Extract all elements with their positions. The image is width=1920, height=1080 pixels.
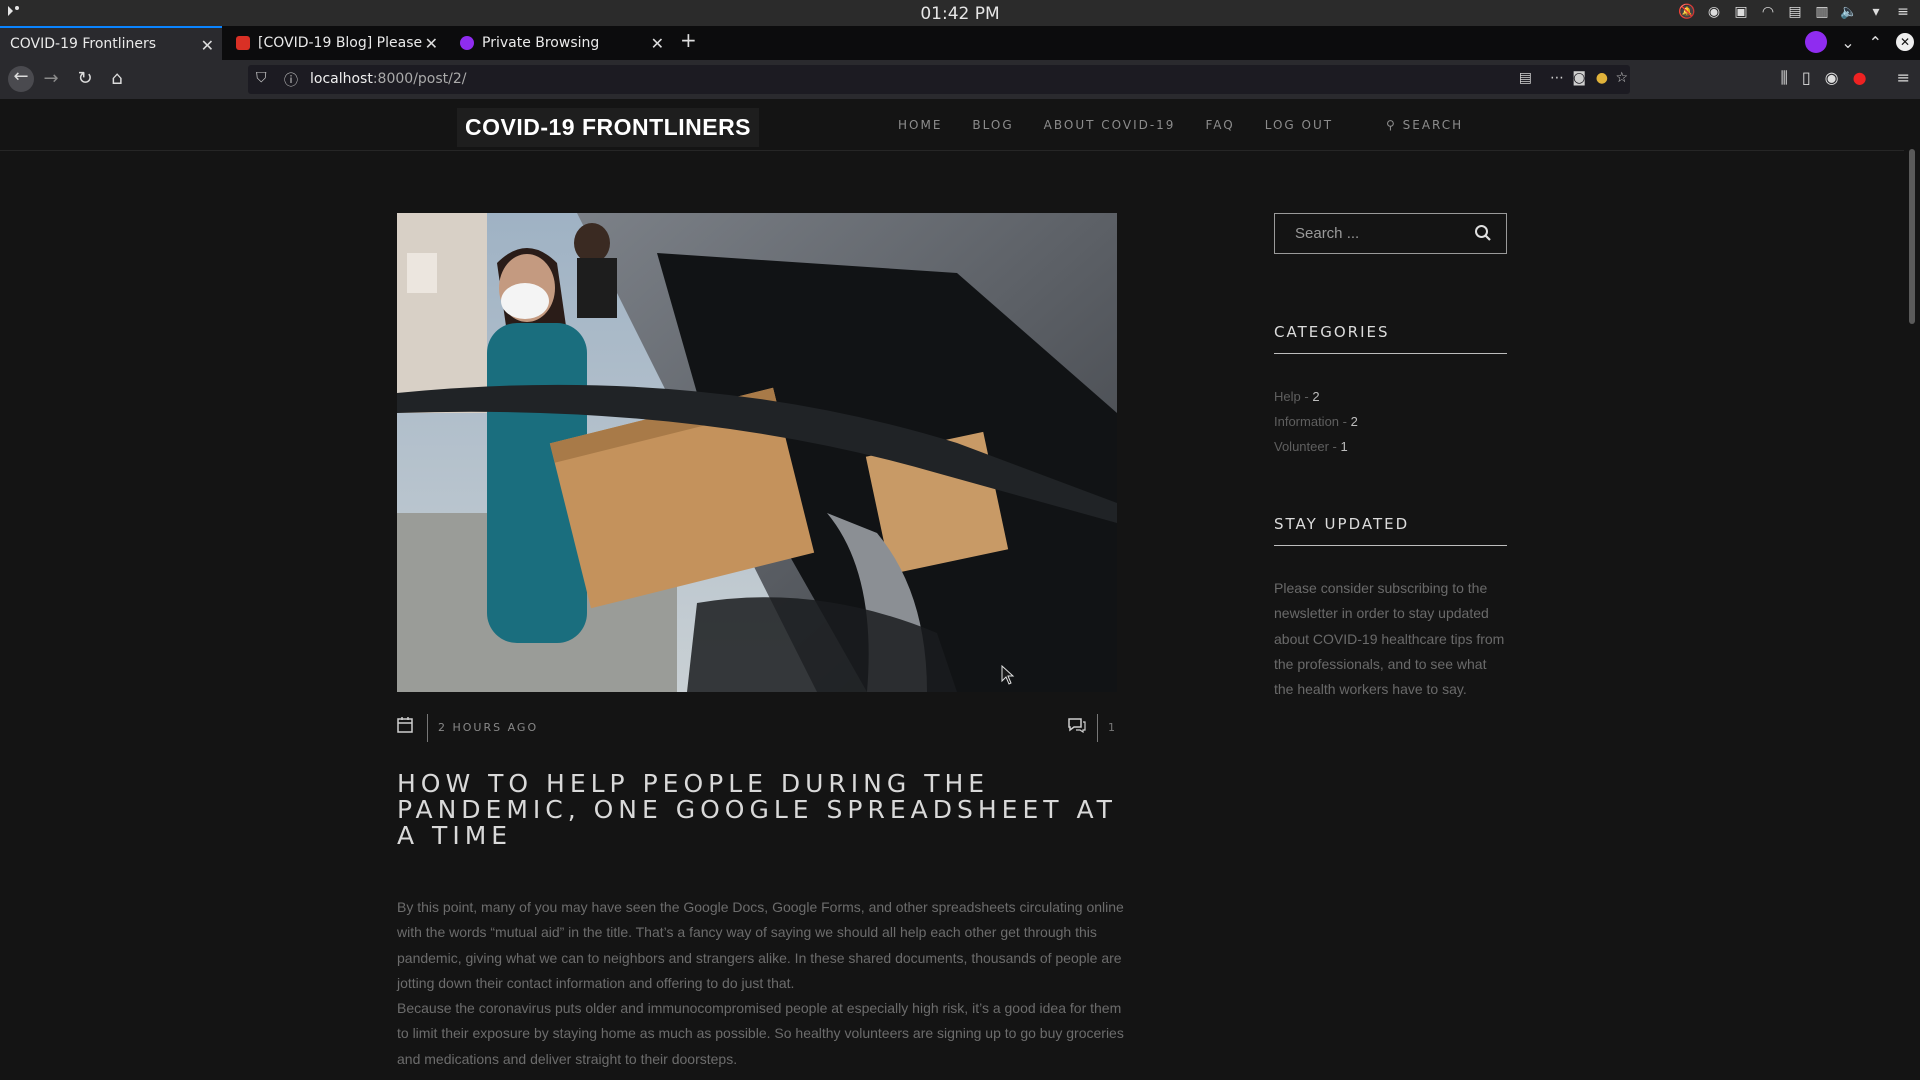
pocket-icon[interactable]: ◙ <box>1572 70 1586 86</box>
tab-covid-frontliners[interactable]: COVID-19 Frontliners ✕ <box>0 26 222 60</box>
category-count: 2 <box>1312 389 1320 404</box>
mouse-cursor-icon <box>1001 664 1015 689</box>
screenshot-icon[interactable]: ▤ <box>1786 3 1804 21</box>
categories-list: Help - 2 Information - 2 Volunteer - 1 <box>1274 384 1507 459</box>
clipboard-icon[interactable]: ▥ <box>1813 3 1831 21</box>
new-tab-button[interactable]: + <box>680 28 697 52</box>
chevron-down-icon[interactable]: ▾ <box>1867 3 1885 21</box>
post-paragraph: By this point, many of you may have seen… <box>397 899 1124 991</box>
menu-icon[interactable]: ≡ <box>1897 68 1910 88</box>
private-mask-icon <box>1805 31 1828 53</box>
gmail-icon <box>236 36 250 50</box>
tab-title: Private Browsing <box>482 35 600 51</box>
tab-strip: COVID-19 Frontliners ✕ [COVID-19 Blog] P… <box>0 26 1920 60</box>
url-bar[interactable]: ⛉ ⓘ localhost:8000/post/2/ ▤ ⋯ ◙ ● ☆ <box>248 65 1630 94</box>
python-extension-icon[interactable]: ● <box>1596 70 1608 86</box>
category-count: 2 <box>1350 414 1358 429</box>
home-button[interactable]: ⌂ <box>106 68 128 90</box>
tab-private-browsing[interactable]: Private Browsing ✕ <box>450 26 672 60</box>
toolbar-right: ⫼ ▯ ◉ ● ≡ <box>1780 68 1910 88</box>
forward-button[interactable]: → <box>40 68 62 90</box>
tab-covid-blog-gmail[interactable]: [COVID-19 Blog] Please Co ✕ <box>226 26 446 60</box>
menu-log-out[interactable]: LOG OUT <box>1265 118 1333 132</box>
sidebar-search-form <box>1274 213 1507 254</box>
category-name[interactable]: Information <box>1274 414 1339 429</box>
close-window-icon[interactable]: ✕ <box>1896 33 1914 51</box>
post-meta: 2 HOURS AGO 1 <box>397 714 1117 744</box>
reload-button[interactable]: ↻ <box>74 68 96 90</box>
category-item[interactable]: Volunteer - 1 <box>1274 434 1507 459</box>
close-tab-icon[interactable]: ✕ <box>201 36 214 55</box>
menu-blog[interactable]: BLOG <box>972 118 1013 132</box>
wifi-icon[interactable]: ◠ <box>1759 3 1777 21</box>
category-item[interactable]: Help - 2 <box>1274 384 1507 409</box>
power-icon[interactable]: ≡ <box>1894 3 1912 21</box>
list-all-tabs-icon[interactable]: ⌄ <box>1841 33 1854 52</box>
sidebar: CATEGORIES Help - 2 Information - 2 Volu… <box>1274 213 1507 702</box>
shield-icon[interactable]: ⛉ <box>256 70 267 86</box>
categories-heading: CATEGORIES <box>1274 323 1507 354</box>
tab-title: [COVID-19 Blog] Please Co <box>258 35 423 51</box>
web-page: COVID-19 FRONTLINERS HOME BLOG ABOUT COV… <box>0 99 1904 1080</box>
sidebar-icon[interactable]: ▯ <box>1802 68 1811 88</box>
sidebar-search-input[interactable] <box>1275 214 1465 253</box>
tab-title: COVID-19 Frontliners <box>10 36 157 52</box>
stay-updated-heading: STAY UPDATED <box>1274 515 1507 546</box>
post-date: 2 HOURS AGO <box>438 721 539 734</box>
close-tab-icon[interactable]: ✕ <box>425 34 438 53</box>
comment-count: 1 <box>1108 721 1115 734</box>
stay-updated-text: Please consider subscribing to the newsl… <box>1274 580 1505 698</box>
main-menu: HOME BLOG ABOUT COVID-19 FAQ LOG OUT <box>898 118 1363 132</box>
account-icon[interactable]: ◉ <box>1825 68 1839 88</box>
category-item[interactable]: Information - 2 <box>1274 409 1507 434</box>
volume-icon[interactable]: 🔈 <box>1840 3 1858 21</box>
library-icon[interactable]: ⫼ <box>1780 68 1787 88</box>
post-body: By this point, many of you may have seen… <box>397 895 1127 1072</box>
back-button[interactable]: ← <box>8 66 34 92</box>
window-controls: ⌄ ⌃ ✕ <box>1805 31 1914 53</box>
close-tab-icon[interactable]: ✕ <box>651 34 664 53</box>
meta-divider <box>1097 714 1098 742</box>
private-browsing-icon <box>460 36 474 50</box>
scrollbar-thumb[interactable] <box>1909 149 1915 324</box>
page-actions-icon[interactable]: ⋯ <box>1550 70 1564 86</box>
menu-home[interactable]: HOME <box>898 118 942 132</box>
url-text[interactable]: localhost:8000/post/2/ <box>310 71 466 87</box>
maximize-icon[interactable]: ⌃ <box>1869 33 1882 52</box>
info-icon[interactable]: ⓘ <box>284 70 298 90</box>
search-icon[interactable] <box>1474 224 1492 246</box>
site-brand[interactable]: COVID-19 FRONTLINERS <box>457 108 760 147</box>
header-search-label: SEARCH <box>1402 118 1464 132</box>
post-paragraph: Because the coronavirus puts older and i… <box>397 1000 1124 1067</box>
comments-icon[interactable] <box>1067 717 1086 737</box>
steam-icon[interactable]: ◉ <box>1705 3 1723 21</box>
os-top-bar: 01:42 PM 🔕 ◉ ▣ ◠ ▤ ▥ 🔈 ▾ ≡ <box>0 0 1920 26</box>
navigation-toolbar: ← → ↻ ⌂ ⛉ ⓘ localhost:8000/post/2/ ▤ ⋯ ◙… <box>0 60 1920 99</box>
system-clock: 01:42 PM <box>920 4 1000 24</box>
category-name[interactable]: Help <box>1274 389 1301 404</box>
meta-divider <box>427 714 428 742</box>
bookmark-star-icon[interactable]: ☆ <box>1615 70 1628 86</box>
site-header: COVID-19 FRONTLINERS HOME BLOG ABOUT COV… <box>0 99 1904 151</box>
header-search-link[interactable]: ⚲ SEARCH <box>1386 118 1463 132</box>
update-icon[interactable]: ▣ <box>1732 3 1750 21</box>
category-name[interactable]: Volunteer <box>1274 439 1329 454</box>
calendar-icon <box>397 716 413 738</box>
post-featured-image <box>397 213 1117 692</box>
search-icon: ⚲ <box>1386 118 1397 132</box>
page-scrollbar[interactable] <box>1904 99 1920 1080</box>
menu-about-covid[interactable]: ABOUT COVID-19 <box>1044 118 1176 132</box>
category-count: 1 <box>1340 439 1348 454</box>
reader-view-icon[interactable]: ▤ <box>1519 70 1532 86</box>
extension-icon[interactable]: ● <box>1853 68 1867 88</box>
notifications-off-icon[interactable]: 🔕 <box>1678 3 1696 21</box>
post-title: HOW TO HELP PEOPLE DURING THE PANDEMIC, … <box>397 769 1117 850</box>
menu-faq[interactable]: FAQ <box>1205 118 1234 132</box>
system-tray: 🔕 ◉ ▣ ◠ ▤ ▥ 🔈 ▾ ≡ <box>1678 3 1912 21</box>
